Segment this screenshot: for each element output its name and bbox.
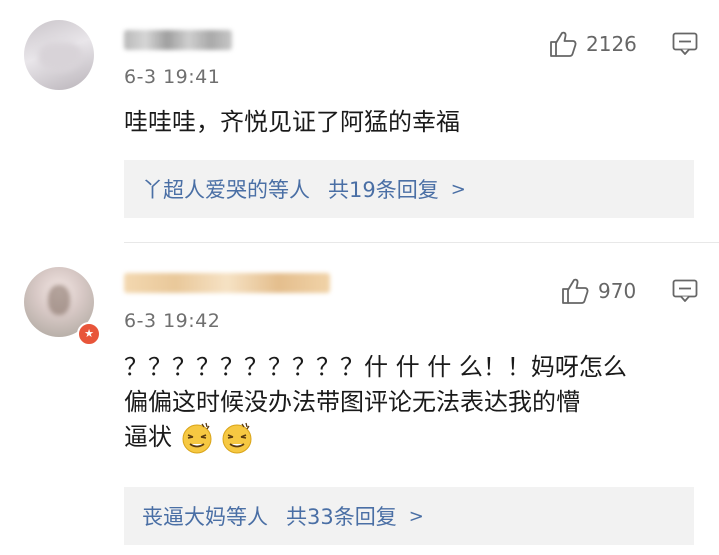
thumbs-up-icon: [562, 278, 589, 304]
comment-time: 6-3 19:41: [124, 66, 221, 88]
comment-bubble-icon[interactable]: [672, 32, 698, 56]
reply-count: 共19条回复: [328, 178, 439, 202]
thumbs-up-icon: [550, 31, 577, 57]
like-button[interactable]: 2126: [548, 30, 637, 58]
comment-text-segment: 逼状: [124, 423, 172, 451]
reply-names: 丧逼大妈等人: [142, 505, 268, 529]
reply-count: 共33条回复: [286, 505, 397, 529]
replies-link[interactable]: 丫超人爱哭的等人 共19条回复 >: [124, 160, 694, 218]
comment-text: 哇哇哇，齐悦见证了阿猛的幸福: [124, 108, 460, 136]
comment-bubble-icon[interactable]: [672, 279, 698, 303]
comment-text-line: 逼状: [124, 420, 694, 455]
avatar[interactable]: [24, 20, 94, 90]
username-blurred[interactable]: [124, 273, 330, 293]
chevron-right-icon: >: [450, 178, 466, 200]
chevron-right-icon: >: [408, 505, 424, 527]
comment-time: 6-3 19:42: [124, 310, 221, 332]
reply-names: 丫超人爱哭的等人: [142, 178, 310, 202]
like-count: 2126: [586, 32, 637, 56]
replies-link[interactable]: 丧逼大妈等人 共33条回复 >: [124, 487, 694, 545]
emoji-group: [180, 421, 254, 455]
like-count: 970: [598, 279, 637, 303]
dizzy-face-emoji: [182, 422, 212, 454]
comment-item: ★ 6-3 19:42 970 ？？？？？？？？？？什 什 什 么！！妈呀怎么 …: [0, 243, 719, 555]
comment-text-line: 偏偏这时候没办法带图评论无法表达我的懵: [124, 388, 580, 416]
comment-text: ？？？？？？？？？？什 什 什 么！！妈呀怎么 偏偏这时候没办法带图评论无法表达…: [124, 350, 694, 455]
comment-item: 6-3 19:41 2126 哇哇哇，齐悦见证了阿猛的幸福 丫超人爱哭的等人 共…: [0, 0, 719, 242]
comment-text-line: ？？？？？？？？？？什 什 什 么！！妈呀怎么: [124, 353, 627, 381]
verified-badge-icon: ★: [77, 322, 101, 346]
username-blurred[interactable]: [124, 30, 232, 50]
dizzy-face-emoji: [222, 422, 252, 454]
like-button[interactable]: 970: [560, 277, 636, 305]
